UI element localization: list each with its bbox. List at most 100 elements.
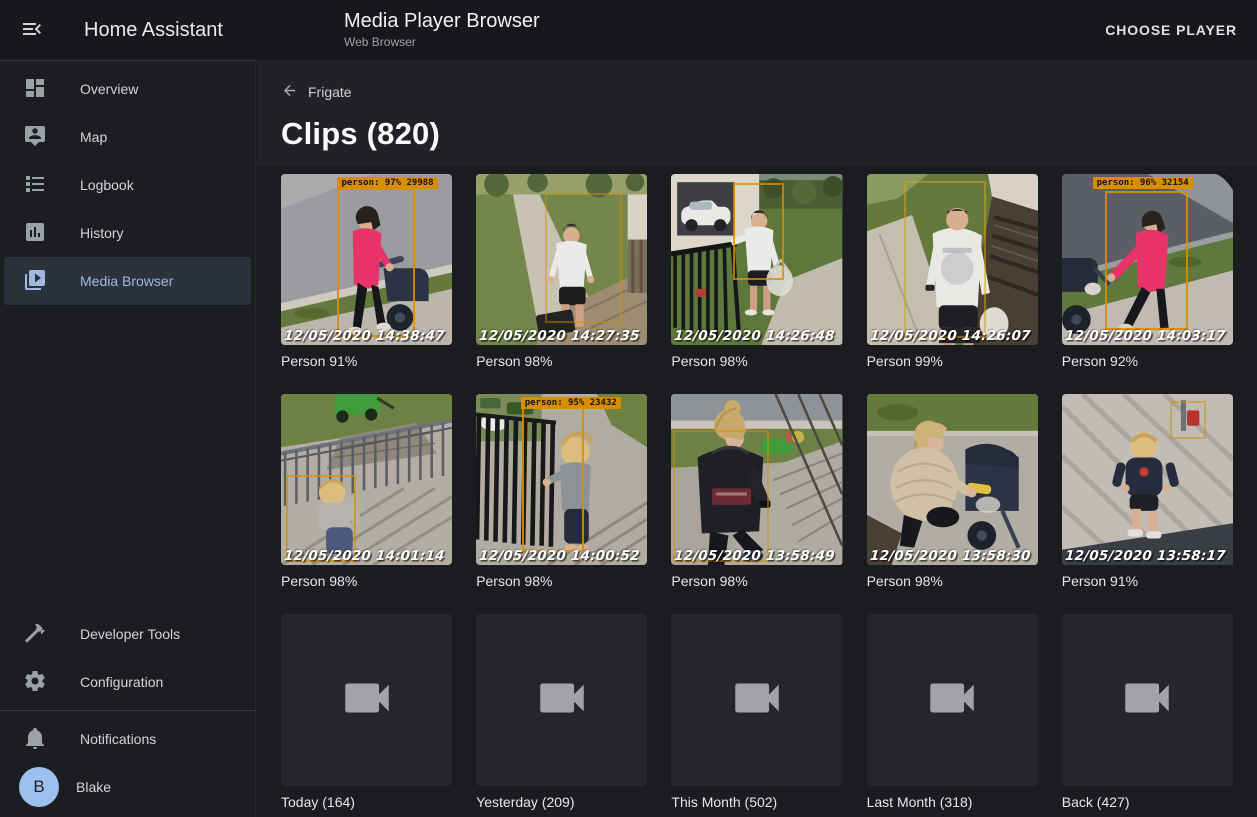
view-dashboard-icon xyxy=(23,76,80,103)
clip-timestamp: 12/05/2020 14:26:07 xyxy=(869,328,1031,344)
play-box-multiple-icon xyxy=(23,268,80,295)
sidebar-item-label: Configuration xyxy=(80,674,163,690)
clip-card[interactable]: person: 96% 32154 12/05/2020 14:03:17 Pe… xyxy=(1062,174,1233,369)
detection-bbox-label: person: 97% 29988 xyxy=(337,177,437,189)
video-icon xyxy=(338,669,396,732)
content-header: Frigate Clips (820) xyxy=(257,60,1257,166)
sidebar-item-overview[interactable]: Overview xyxy=(4,65,251,113)
clips-page-title: Clips (820) xyxy=(281,116,1233,152)
clip-caption: Person 98% xyxy=(867,573,1038,589)
sidebar-item-user-profile[interactable]: B Blake xyxy=(4,763,251,811)
folder-label: This Month (502) xyxy=(671,794,842,810)
detection-bbox xyxy=(733,183,784,281)
clip-timestamp: 12/05/2020 13:58:17 xyxy=(1064,548,1226,564)
sidebar-item-logbook[interactable]: Logbook xyxy=(4,161,251,209)
sidebar-item-label: Overview xyxy=(80,81,138,97)
clip-thumbnail: person: 95% 23432 12/05/2020 14:00:52 xyxy=(476,394,647,565)
media-grid: person: 97% 29988 12/05/2020 14:38:47 Pe… xyxy=(257,166,1257,817)
sidebar-item-label: Media Browser xyxy=(80,273,173,289)
clip-thumbnail: 12/05/2020 14:26:07 xyxy=(867,174,1038,345)
sidebar-item-label: Notifications xyxy=(80,731,156,747)
folder-card-back[interactable]: Back (427) xyxy=(1062,614,1233,809)
clip-thumbnail: 12/05/2020 14:01:14 xyxy=(281,394,452,565)
folder-tile xyxy=(281,614,452,785)
media-browser-content: Frigate Clips (820) xyxy=(257,60,1257,817)
sidebar-item-map[interactable]: Map xyxy=(4,113,251,161)
folder-card-today[interactable]: Today (164) xyxy=(281,614,452,809)
sidebar-item-history[interactable]: History xyxy=(4,209,251,257)
clip-timestamp: 12/05/2020 14:27:35 xyxy=(479,328,641,344)
avatar: B xyxy=(19,767,59,807)
folder-card-last-month[interactable]: Last Month (318) xyxy=(867,614,1038,809)
sidebar-spacer xyxy=(0,305,255,610)
clip-thumbnail: 12/05/2020 13:58:17 xyxy=(1062,394,1233,565)
clip-thumbnail: person: 97% 29988 12/05/2020 14:38:47 xyxy=(281,174,452,345)
hammer-icon xyxy=(23,621,80,648)
detection-bbox xyxy=(522,406,584,552)
clip-card[interactable]: 12/05/2020 14:26:07 Person 99% xyxy=(867,174,1038,369)
detection-bbox xyxy=(545,193,622,323)
clip-timestamp: 12/05/2020 13:58:30 xyxy=(869,548,1031,564)
folder-card-yesterday[interactable]: Yesterday (209) xyxy=(476,614,647,809)
clip-card[interactable]: 12/05/2020 13:58:49 Person 98% xyxy=(671,394,842,589)
sidebar-item-label: Developer Tools xyxy=(80,626,180,642)
sidebar-item-label: Logbook xyxy=(80,177,134,193)
video-icon xyxy=(923,669,981,732)
breadcrumb-label: Frigate xyxy=(308,84,352,100)
clip-caption: Person 98% xyxy=(476,573,647,589)
app-bar: Home Assistant Media Player Browser Web … xyxy=(0,0,1257,60)
clip-card[interactable]: 12/05/2020 14:26:48 Person 98% xyxy=(671,174,842,369)
folder-tile xyxy=(1062,614,1233,785)
sidebar-toggle-button[interactable] xyxy=(8,6,56,54)
clip-timestamp: 12/05/2020 14:01:14 xyxy=(283,548,445,564)
folder-tile xyxy=(867,614,1038,785)
sidebar-divider xyxy=(0,710,255,711)
detection-bbox-label: person: 95% 23432 xyxy=(521,397,621,409)
breadcrumb[interactable]: Frigate xyxy=(281,82,352,102)
clip-caption: Person 98% xyxy=(476,353,647,369)
choose-player-button[interactable]: CHOOSE PLAYER xyxy=(1105,0,1237,60)
app-title: Home Assistant xyxy=(84,19,223,42)
sidebar-item-media-browser[interactable]: Media Browser xyxy=(4,257,251,305)
detection-bbox xyxy=(337,188,414,337)
clip-timestamp: 12/05/2020 13:58:49 xyxy=(674,548,836,564)
clip-thumbnail: 12/05/2020 14:26:48 xyxy=(671,174,842,345)
page-title: Media Player Browser xyxy=(344,9,540,33)
menu-open-icon xyxy=(20,17,44,44)
folder-label: Last Month (318) xyxy=(867,794,1038,810)
folder-tile xyxy=(476,614,647,785)
detection-bbox-label: person: 96% 32154 xyxy=(1093,177,1193,189)
clip-caption: Person 91% xyxy=(1062,573,1233,589)
clip-card[interactable]: 12/05/2020 14:27:35 Person 98% xyxy=(476,174,647,369)
sidebar-item-configuration[interactable]: Configuration xyxy=(4,658,251,706)
clip-timestamp: 12/05/2020 14:26:48 xyxy=(674,328,836,344)
clip-caption: Person 98% xyxy=(671,573,842,589)
page-subtitle: Web Browser xyxy=(344,35,540,49)
sidebar-item-developer-tools[interactable]: Developer Tools xyxy=(4,610,251,658)
clip-scene-image xyxy=(867,394,1038,565)
clip-timestamp: 12/05/2020 14:38:47 xyxy=(283,328,445,344)
clip-thumbnail: 12/05/2020 14:27:35 xyxy=(476,174,647,345)
format-list-icon xyxy=(23,172,80,199)
clip-card[interactable]: person: 95% 23432 12/05/2020 14:00:52 Pe… xyxy=(476,394,647,589)
sidebar-item-notifications[interactable]: Notifications xyxy=(4,715,251,763)
detection-bbox xyxy=(1170,401,1206,439)
detection-bbox xyxy=(673,430,769,562)
clip-timestamp: 12/05/2020 14:00:52 xyxy=(479,548,641,564)
clip-card[interactable]: 12/05/2020 14:01:14 Person 98% xyxy=(281,394,452,589)
clip-caption: Person 98% xyxy=(281,573,452,589)
folder-label: Today (164) xyxy=(281,794,452,810)
clip-card[interactable]: 12/05/2020 13:58:17 Person 91% xyxy=(1062,394,1233,589)
clip-card[interactable]: person: 97% 29988 12/05/2020 14:38:47 Pe… xyxy=(281,174,452,369)
clip-scene-image xyxy=(1062,394,1233,565)
page-title-block: Media Player Browser Web Browser xyxy=(344,9,540,49)
clip-caption: Person 99% xyxy=(867,353,1038,369)
gear-icon xyxy=(23,669,80,696)
tooltip-account-icon xyxy=(23,124,80,151)
video-icon xyxy=(533,669,591,732)
clip-card[interactable]: 12/05/2020 13:58:30 Person 98% xyxy=(867,394,1038,589)
detection-bbox xyxy=(1105,191,1189,330)
chart-box-icon xyxy=(23,220,80,247)
folder-card-this-month[interactable]: This Month (502) xyxy=(671,614,842,809)
sidebar-item-label: Map xyxy=(80,129,107,145)
